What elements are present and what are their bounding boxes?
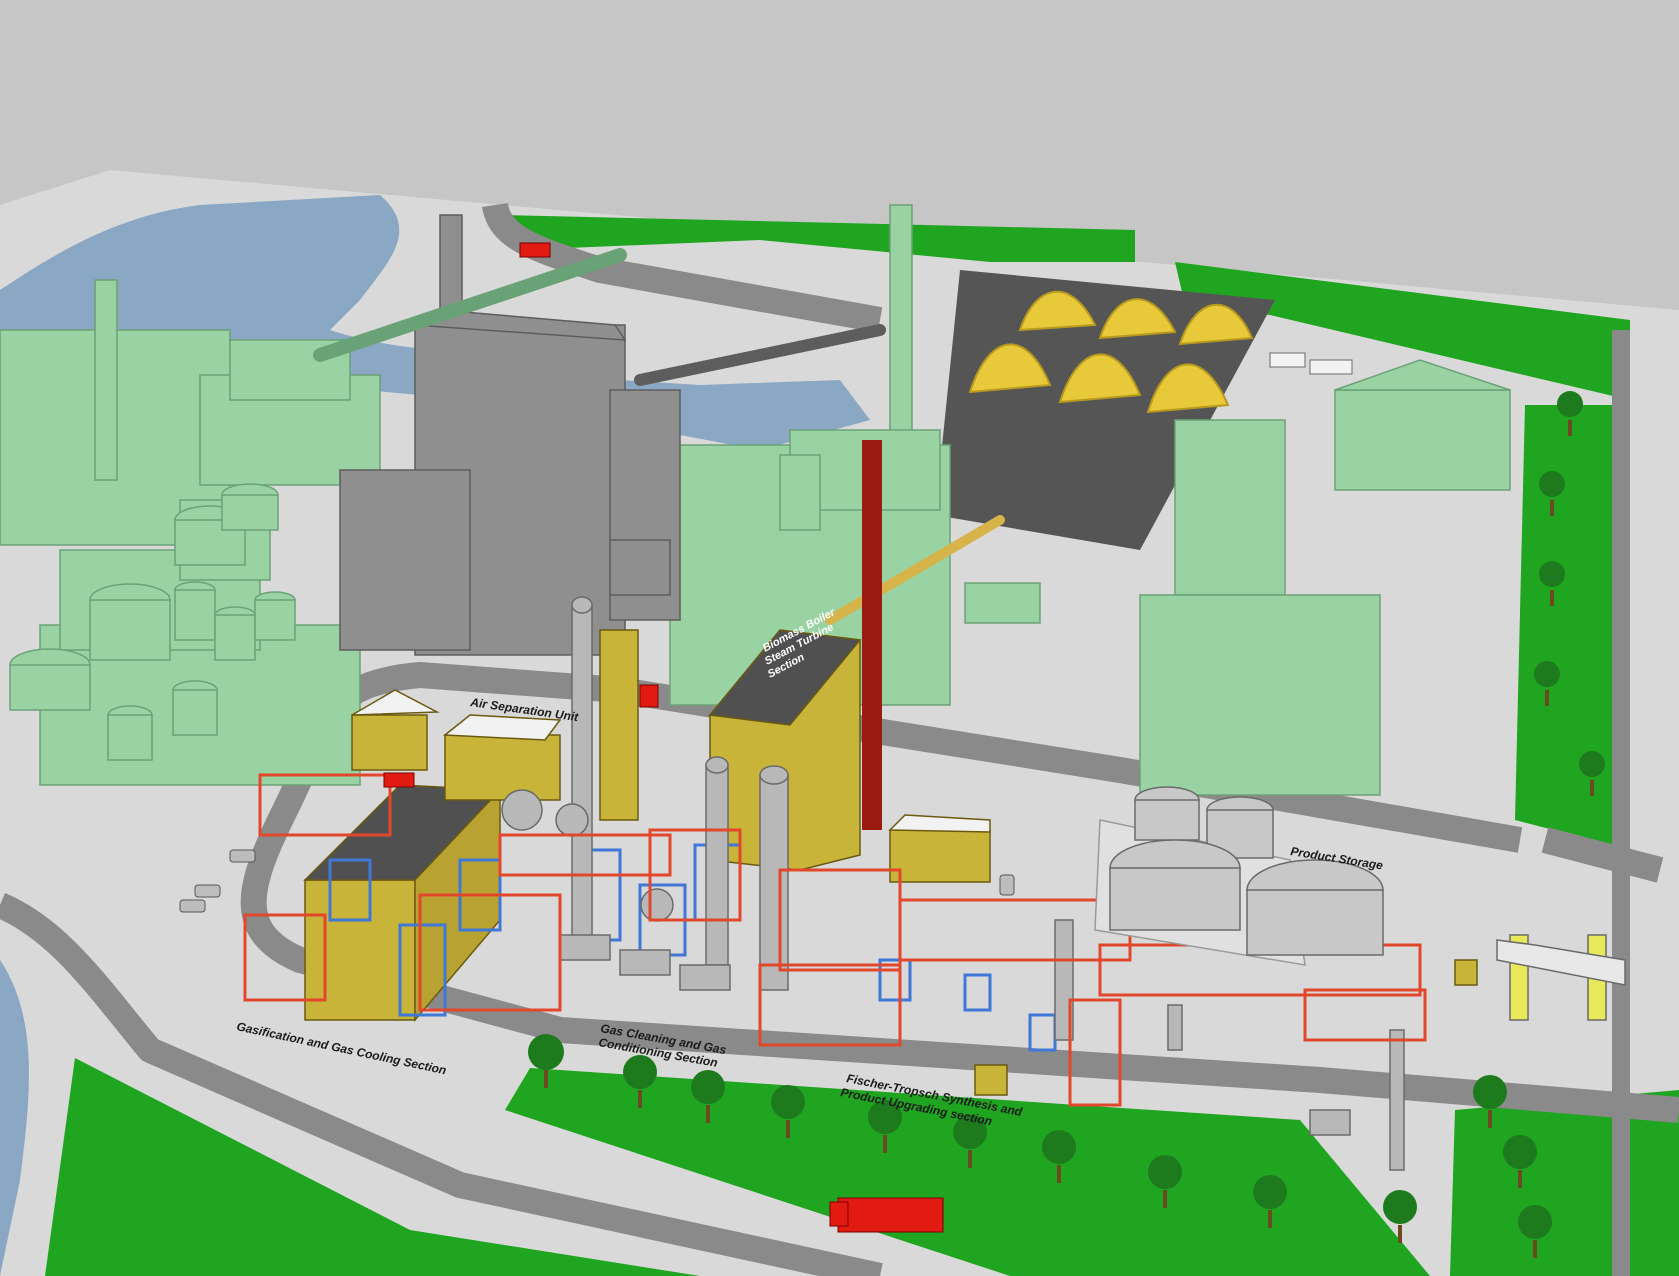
truck-icon (829, 1197, 944, 1233)
biomass-to-liquid-plant-diagram: Air Separation Unit Biomass Boiler Steam… (0, 0, 1679, 1276)
road-right-edge (1612, 330, 1630, 1276)
stack-red (862, 440, 882, 830)
grass-right (1515, 405, 1612, 845)
truck-icon (519, 242, 551, 258)
